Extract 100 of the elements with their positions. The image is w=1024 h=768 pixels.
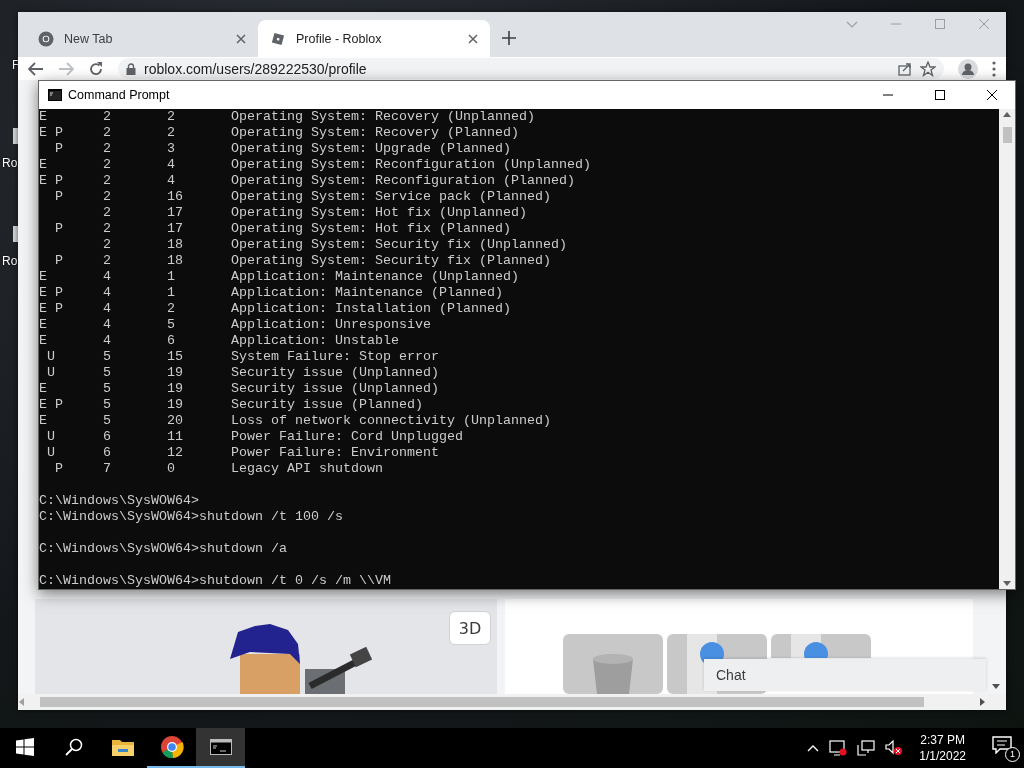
share-icon[interactable] (898, 61, 912, 76)
reason-text: Operating System: Recovery (Unplanned) (231, 109, 536, 125)
reason-text: Security issue (Unplanned) (231, 381, 440, 397)
major-code-text: 2 (103, 109, 112, 125)
minor-code-text: 19 (167, 365, 184, 381)
reload-icon[interactable] (88, 60, 104, 77)
folder-icon[interactable] (111, 738, 134, 756)
flag-text: P (55, 221, 64, 237)
major-code-text: 6 (103, 429, 112, 445)
chrome-icon[interactable] (159, 735, 184, 759)
reason-text: Operating System: Hot fix (Unplanned) (231, 205, 528, 221)
major-code-text: 2 (103, 157, 112, 173)
reason-text: Operating System: Upgrade (Planned) (231, 141, 512, 157)
maximize-icon[interactable] (934, 89, 946, 101)
flag-text: P (55, 141, 64, 157)
minor-code-text: 18 (167, 253, 184, 269)
flag-text: P (55, 125, 64, 141)
flag-text: P (55, 301, 64, 317)
search-icon[interactable] (64, 738, 83, 756)
major-code-text: 4 (103, 285, 112, 301)
major-code-text: 6 (103, 445, 112, 461)
reason-text: Security issue (Unplanned) (231, 365, 440, 381)
major-code-text: 7 (103, 461, 112, 477)
reason-text: Operating System: Security fix (Unplanned) (231, 237, 568, 253)
flag-text: U (47, 445, 55, 461)
scroll-right-icon[interactable] (978, 698, 986, 706)
major-code-text: 5 (103, 381, 112, 397)
flag-text: E (39, 381, 47, 397)
command-line-text: C:\Windows\SysWOW64>shutdown /a (39, 541, 287, 557)
windows-start-icon[interactable] (15, 738, 34, 756)
reason-text: Legacy API shutdown (231, 461, 384, 477)
minor-code-text: 19 (167, 381, 184, 397)
command-line-text: C:\Windows\SysWOW64>shutdown /t 100 /s (39, 509, 343, 525)
window-title: Command Prompt (68, 88, 171, 102)
reason-text: Loss of network connectivity (Unplanned) (231, 413, 552, 429)
item-thumbnail[interactable] (771, 634, 871, 658)
major-code-text: 2 (103, 173, 112, 189)
console-icon (48, 89, 62, 101)
3d-view-button[interactable]: 3D (449, 611, 491, 645)
flag-text: E (39, 301, 47, 317)
major-code-text: 5 (103, 397, 112, 413)
reason-text: Security issue (Planned) (231, 397, 424, 413)
reason-text: Power Failure: Environment (231, 445, 440, 461)
minor-code-text: 12 (167, 445, 184, 461)
major-code-text: 2 (103, 189, 112, 205)
back-arrow-icon[interactable] (28, 61, 44, 76)
notification-count: 1 (1005, 747, 1020, 762)
flag-text: E (39, 397, 47, 413)
lock-icon (126, 62, 136, 75)
minor-code-text: 4 (167, 157, 176, 173)
close-icon[interactable] (986, 89, 998, 101)
flag-text: P (55, 173, 64, 189)
major-code-text: 2 (103, 141, 112, 157)
star-icon[interactable] (920, 60, 936, 77)
command-line-text: C:\Windows\SysWOW64> (39, 493, 199, 509)
minor-code-text: 2 (167, 109, 176, 125)
profile-avatar-icon[interactable] (958, 58, 978, 79)
major-code-text: 4 (103, 269, 112, 285)
flag-text: E (39, 157, 47, 173)
major-code-text: 4 (103, 333, 112, 349)
scrollbar-thumb[interactable] (1002, 127, 1012, 143)
minor-code-text: 17 (167, 205, 184, 221)
major-code-text: 2 (103, 221, 112, 237)
flag-text: E (39, 125, 47, 141)
minor-code-text: 3 (167, 141, 176, 157)
minor-code-text: 2 (167, 301, 176, 317)
scrollbar-thumb[interactable] (40, 697, 924, 707)
major-code-text: 2 (103, 125, 112, 141)
scroll-up-icon[interactable] (1003, 111, 1011, 117)
chrome-icon (38, 30, 54, 47)
scroll-down-icon[interactable] (1003, 581, 1011, 587)
notification-icon[interactable] (992, 736, 1012, 754)
close-icon[interactable] (468, 33, 478, 44)
minor-code-text: 4 (167, 173, 176, 189)
reason-text: Application: Maintenance (Planned) (231, 285, 504, 301)
reason-text: Power Failure: Cord Unplugged (231, 429, 464, 445)
major-code-text: 4 (103, 317, 112, 333)
clock[interactable]: 2:37 PM 1/1/2022 (919, 732, 966, 764)
desktop-icon-label[interactable]: Ro (2, 156, 18, 170)
browser-tab[interactable]: Profile - Roblox (258, 20, 490, 57)
flag-text: E (39, 333, 47, 349)
reason-text: Operating System: Reconfiguration (Unplanned) (231, 157, 592, 173)
monitor-icon[interactable] (829, 740, 848, 756)
major-code-text: 5 (103, 365, 112, 381)
reason-text: Operating System: Hot fix (Planned) (231, 221, 512, 237)
new-tab-icon[interactable] (502, 31, 516, 45)
chevron-up-icon[interactable] (807, 744, 820, 752)
network-icon[interactable] (857, 740, 876, 756)
chat-bar[interactable]: Chat (704, 659, 986, 691)
browser-tab[interactable]: New Tab (26, 20, 258, 57)
scroll-down-icon[interactable] (992, 682, 1000, 690)
address-bar[interactable]: roblox.com/users/289222530/profile (118, 58, 944, 79)
more-menu-icon[interactable] (992, 60, 996, 77)
terminal-icon[interactable] (209, 739, 232, 755)
desktop-icon-label[interactable]: Ro (2, 254, 18, 268)
minor-code-text: 1 (167, 269, 176, 285)
reason-text: Application: Maintenance (Unplanned) (231, 269, 520, 285)
item-thumbnail[interactable] (563, 634, 663, 694)
minor-code-text: 20 (167, 413, 184, 429)
speaker-muted-icon[interactable] (885, 740, 904, 756)
